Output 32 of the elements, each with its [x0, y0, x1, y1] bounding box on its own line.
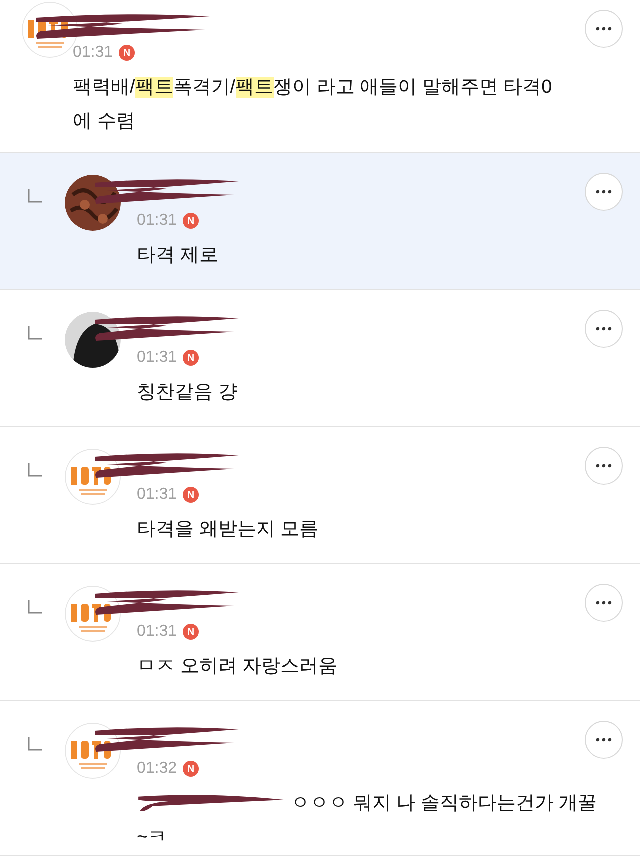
comment-text: 팩력배/팩트폭격기/팩트쟁이 라고 애들이 말해주면 타격0 — [73, 76, 552, 100]
comment-text: ㅇㅇㅇ 뭐지 나 솔직하다는건가 개꿀 — [291, 792, 598, 816]
more-icon — [596, 464, 612, 468]
comment-text: 타격을 왜받는지 모름 — [137, 518, 319, 542]
more-icon — [596, 738, 612, 742]
comment-time: 01:31 — [137, 348, 178, 368]
comment-time: 01:31 — [137, 211, 178, 231]
more-button[interactable] — [585, 447, 623, 485]
more-button[interactable] — [585, 721, 623, 759]
comment-text: ㅁㅈ 오히려 자랑스러움 — [137, 655, 338, 679]
more-icon — [596, 327, 612, 331]
new-badge: N — [119, 45, 136, 61]
comment-time: 01:31 — [137, 485, 178, 505]
comment-time: 01:31 — [73, 43, 114, 63]
comment-text: 칭찬같음 걍 — [137, 381, 238, 405]
more-button[interactable] — [585, 584, 623, 622]
new-badge: N — [183, 761, 200, 777]
new-badge: N — [183, 350, 200, 366]
comment-time: 01:31 — [137, 622, 178, 642]
comment-time: 01:32 — [137, 759, 178, 779]
more-icon — [596, 27, 612, 31]
more-button[interactable] — [585, 10, 623, 48]
new-badge: N — [183, 624, 200, 640]
new-badge: N — [183, 213, 200, 229]
more-icon — [596, 601, 612, 605]
more-button[interactable] — [585, 310, 623, 348]
new-badge: N — [183, 487, 200, 503]
more-button[interactable] — [585, 173, 623, 211]
comment-text: 타격 제로 — [137, 244, 218, 268]
more-icon — [596, 190, 612, 194]
comment-text: 에 수렴 — [73, 110, 136, 134]
comment-text: ~ㅋ — [137, 826, 168, 850]
